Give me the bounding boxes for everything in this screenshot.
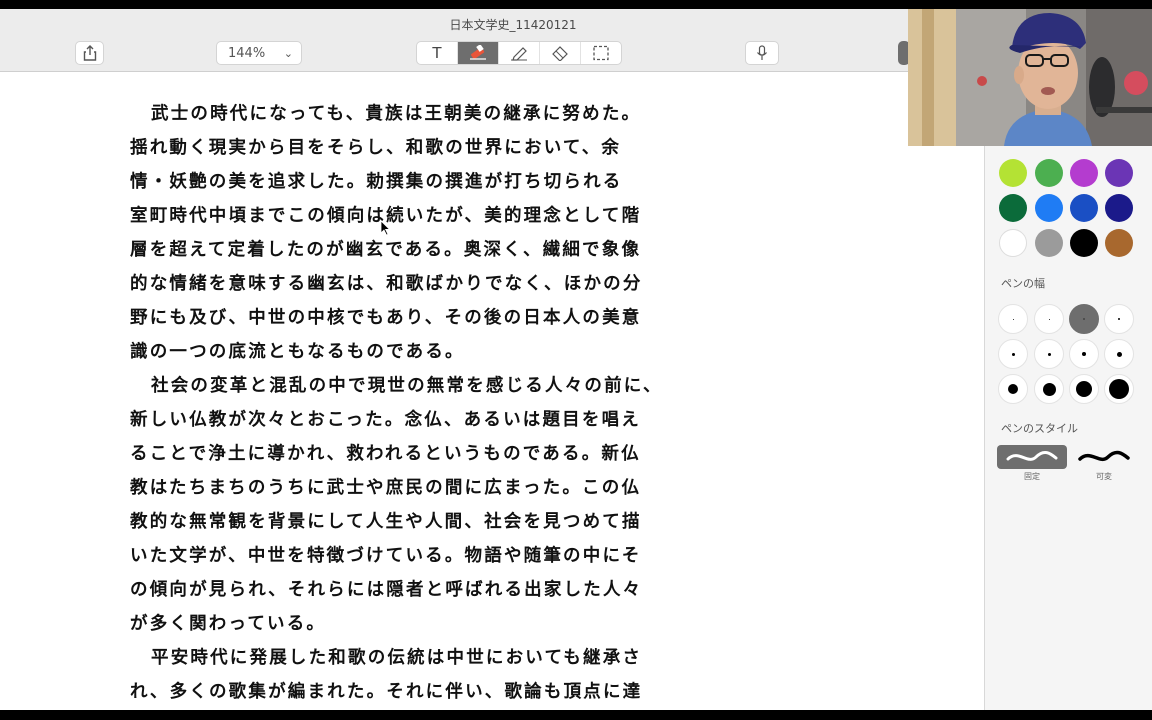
pen-width-option[interactable] (998, 339, 1028, 369)
text-line: 教はたちまちのうちに武士や庶民の間に広まった。この仏 (130, 478, 642, 498)
share-icon (83, 45, 96, 61)
text-line: れ、多くの歌集が編まれた。それに伴い、歌論も頂点に達 (130, 682, 643, 702)
pen-width-dot (1011, 352, 1015, 356)
highlighter-icon (470, 45, 486, 60)
color-swatch[interactable] (1105, 194, 1133, 222)
pen-width-option[interactable] (1034, 304, 1064, 334)
pen-width-dot (1076, 381, 1092, 397)
annotation-tool-group: T (416, 41, 622, 65)
text-line: の傾向が見られ、それらには隠者と呼ばれる出家した人々 (130, 580, 643, 600)
text-line: いた文学が、中世を特徴づけている。物語や随筆の中にそ (130, 546, 642, 566)
webcam-person-image (908, 9, 1152, 146)
zoom-select[interactable]: 144% ⌄ (216, 41, 302, 65)
pen-width-dot (1109, 379, 1129, 399)
eraser-icon (552, 46, 568, 61)
lasso-select-tool[interactable] (581, 42, 621, 64)
highlighter-tool[interactable] (458, 42, 499, 64)
pen-width-option[interactable] (998, 304, 1028, 334)
top-black-bar (0, 0, 1152, 9)
text-line: 層を超えて定着したのが幽玄である。奥深く、繊細で象像 (130, 240, 642, 260)
variable-stroke-icon (1078, 450, 1130, 462)
pen-width-option[interactable] (1069, 374, 1099, 404)
color-swatch[interactable] (999, 159, 1027, 187)
pen-tool[interactable] (499, 42, 540, 64)
pen-width-dot (1012, 318, 1014, 320)
pen-style-label: ペンのスタイル (1001, 422, 1078, 435)
document-title: 日本文学史_11420121 (449, 18, 577, 32)
text-line: 揺れ動く現実から目をそらし、和歌の世界において、余 (130, 138, 622, 158)
color-swatch[interactable] (1035, 194, 1063, 222)
pen-style-variable-button[interactable] (1069, 445, 1139, 469)
text-tool[interactable]: T (417, 42, 458, 64)
pen-width-label: ペンの幅 (1001, 277, 1045, 290)
pen-width-dot (1008, 384, 1018, 394)
pen-width-option[interactable] (998, 374, 1028, 404)
text-line: 情・妖艶の美を追求した。勅撰集の撰進が打ち切られる (130, 172, 623, 192)
zoom-value: 144% (228, 45, 266, 61)
mouse-cursor-icon (380, 220, 390, 236)
pen-style-fixed-caption: 固定 (1024, 472, 1040, 481)
text-line: 識の一つの底流ともなるものである。 (130, 342, 465, 362)
text-line: 教的な無常観を背景にして人生や人間、社会を見つめて描 (130, 512, 642, 532)
markup-side-panel: ペンの幅 ペンのスタイル 固定 可変 (984, 51, 1152, 710)
document-text: 武士の時代になっても、貴族は王朝美の継承に努めた。 揺れ動く現実から目をそらし、… (130, 97, 690, 709)
pen-icon (511, 47, 527, 61)
pen-width-dot (1082, 352, 1086, 356)
webcam-overlay (908, 9, 1152, 146)
text-line: 的な情緒を意味する幽玄は、和歌ばかりでなく、ほかの分 (130, 274, 643, 294)
chevron-down-icon: ⌄ (283, 46, 293, 60)
pdf-annotation-window: 日本文学史_11420121 144% ⌄ T 武士の時代になっても、貴族は王朝… (0, 9, 1152, 710)
pen-width-option[interactable] (1104, 374, 1134, 404)
color-swatch[interactable] (1105, 229, 1133, 257)
text-line: 新しい仏教が次々とおこった。念仏、あるいは題目を唱え (130, 410, 641, 430)
text-line: が多く関わっている。 (130, 614, 327, 634)
text-line: ることで浄土に導かれ、救われるというものである。新仏 (130, 444, 641, 464)
color-swatch[interactable] (1070, 229, 1098, 257)
pen-width-option[interactable] (1104, 339, 1134, 369)
pen-width-option[interactable] (1069, 304, 1099, 334)
pen-width-dot (1047, 352, 1051, 356)
pen-style-fixed-button[interactable] (997, 445, 1067, 469)
pen-style-variable-caption: 可変 (1096, 472, 1112, 481)
pen-width-dot (1083, 318, 1085, 320)
share-button[interactable] (75, 41, 104, 65)
color-swatch[interactable] (999, 229, 1027, 257)
color-swatch[interactable] (1035, 229, 1063, 257)
text-line: 野にも及び、中世の中核でもあり、その後の日本人の美意 (130, 308, 642, 328)
color-swatch[interactable] (999, 194, 1027, 222)
pen-width-option[interactable] (1034, 339, 1064, 369)
pen-width-dot (1116, 351, 1122, 357)
microphone-icon (757, 45, 767, 60)
selection-icon (593, 45, 609, 61)
color-swatch[interactable] (1070, 194, 1098, 222)
pen-width-option[interactable] (1069, 339, 1099, 369)
pen-width-option[interactable] (1104, 304, 1134, 334)
pen-width-dot (1048, 318, 1050, 320)
pen-width-dot (1118, 318, 1120, 320)
text-line: 武士の時代になっても、貴族は王朝美の継承に努めた。 (151, 104, 642, 124)
text-line: 室町時代中頃までこの傾向は続いたが、美的理念として階 (130, 206, 642, 226)
eraser-tool[interactable] (540, 42, 581, 64)
color-swatch[interactable] (1070, 159, 1098, 187)
bottom-black-bar (0, 710, 1152, 720)
dictation-button[interactable] (745, 41, 779, 65)
text-line: 社会の変革と混乱の中で現世の無常を感じる人々の前に、 (151, 376, 663, 396)
pen-width-option[interactable] (1034, 374, 1064, 404)
color-swatch[interactable] (1105, 159, 1133, 187)
fixed-stroke-icon (1006, 450, 1058, 461)
text-tool-glyph: T (432, 44, 442, 62)
text-line: 平安時代に発展した和歌の伝統は中世においても継承さ (151, 648, 643, 668)
pen-width-dot (1042, 382, 1056, 396)
color-swatch[interactable] (1035, 159, 1063, 187)
document-page: 武士の時代になっても、貴族は王朝美の継承に努めた。 揺れ動く現実から目をそらし、… (0, 73, 984, 710)
